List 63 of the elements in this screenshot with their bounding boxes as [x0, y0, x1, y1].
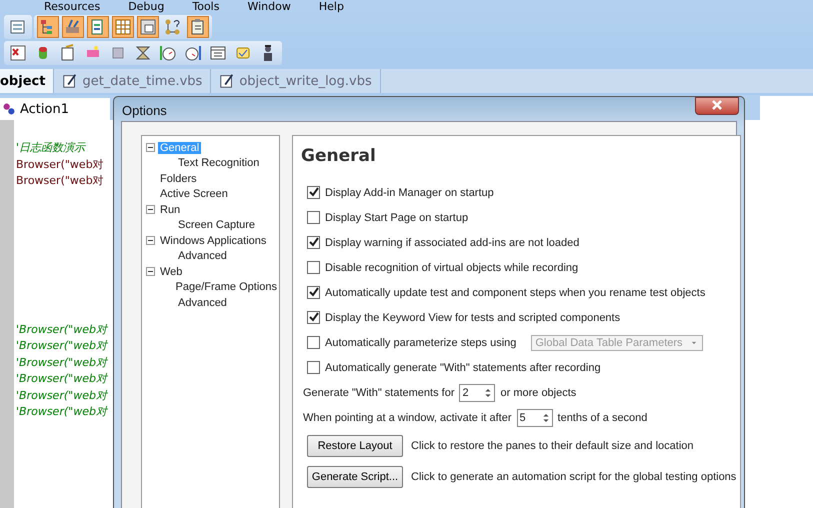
checkbox[interactable] [307, 311, 320, 324]
comment-line: 'Browser("web对 [16, 388, 107, 404]
close-icon [712, 100, 722, 110]
code-line: Browser("web对 [16, 173, 104, 189]
tree-item[interactable]: Run [158, 204, 182, 216]
menu-item[interactable]: Window [247, 0, 291, 13]
collapse-toggle-icon[interactable] [146, 205, 155, 214]
checkbox[interactable] [307, 236, 320, 249]
checkbox[interactable] [307, 361, 320, 374]
tree-item[interactable]: Screen Capture [176, 219, 258, 232]
comment-line: '日志函数演示 [16, 140, 86, 156]
document-tab[interactable]: object [0, 69, 54, 93]
document-tab[interactable]: object_write_log.vbs [211, 69, 381, 93]
menu-item[interactable]: Help [318, 0, 344, 13]
checkbox-label: Display Add-in Manager on startup [325, 186, 494, 198]
comment-line: 'Browser("web对 [16, 371, 107, 387]
tree-item[interactable]: Windows Applications [158, 234, 268, 247]
checkbox-label: Automatically parameterize steps using [325, 336, 516, 348]
number-spinner[interactable]: 2 [459, 384, 496, 402]
checkbox[interactable] [307, 261, 320, 274]
menu-item[interactable]: Resources [44, 0, 100, 13]
checkbox[interactable] [307, 211, 320, 224]
tree-item[interactable]: Text Recognition [176, 157, 262, 170]
checkbox[interactable] [307, 186, 320, 199]
checkbox-label: Display Start Page on startup [325, 212, 468, 224]
page-heading: General [301, 146, 377, 166]
spin-label: Generate "With" statements for [303, 386, 454, 398]
tree-item[interactable]: Web [158, 266, 184, 278]
script-file-icon[interactable] [62, 73, 78, 89]
collapse-toggle-icon[interactable] [146, 143, 155, 152]
spin-label: or more objects [500, 386, 576, 398]
checkbox-label: Display the Keyword View for tests and scripted components [325, 312, 620, 324]
collapse-toggle-icon[interactable] [146, 267, 155, 276]
dialog-title: Options [122, 103, 167, 118]
spin-label: tenths of a second [558, 412, 648, 424]
menu-item[interactable]: Debug [128, 0, 164, 13]
checkbox-label: Display warning if associated add-ins are not loaded [325, 236, 580, 248]
checkbox-label: Automatically generate "With" statements after recording [325, 362, 601, 374]
script-file-icon[interactable] [219, 73, 236, 89]
comment-line: 'Browser("web对 [16, 354, 107, 370]
button-description: Click to generate an automation script for the global testing options [411, 470, 736, 482]
collapse-toggle-icon[interactable] [146, 236, 155, 246]
tree-item[interactable]: Advanced [176, 296, 229, 309]
document-tab[interactable]: get_date_time.vbs [54, 69, 212, 93]
checkbox-label: Disable recognition of virtual objects while recording [325, 262, 578, 274]
checkbox-label: Automatically update test and component steps when you rename test objects [325, 286, 706, 298]
action-icon[interactable] [2, 102, 16, 116]
checkbox[interactable] [307, 286, 320, 299]
tree-item[interactable]: Advanced [176, 250, 229, 262]
action-button[interactable]: Restore Layout [307, 434, 403, 456]
button-description: Click to restore the panes to their default size and location [411, 440, 694, 452]
tree-item[interactable]: Page/Frame Options [174, 281, 279, 294]
code-line: Browser("web对 [16, 156, 104, 172]
comment-line: 'Browser("web对 [16, 322, 107, 338]
tree-item[interactable]: Active Screen [158, 188, 230, 200]
comment-line: 'Browser("web对 [16, 404, 107, 420]
menu-item[interactable]: Tools [192, 0, 220, 13]
action-button[interactable]: Generate Script... [307, 466, 403, 488]
tree-item[interactable]: Folders [158, 172, 199, 185]
comment-line: 'Browser("web对 [16, 338, 107, 354]
number-spinner[interactable]: 5 [516, 408, 553, 426]
close-button[interactable] [695, 97, 739, 115]
spin-label: When pointing at a window, activate it after [303, 412, 512, 424]
